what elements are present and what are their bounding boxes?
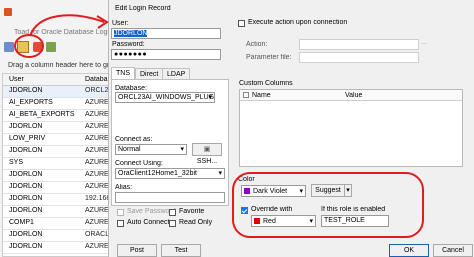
annotation-color-highlight	[232, 172, 424, 238]
